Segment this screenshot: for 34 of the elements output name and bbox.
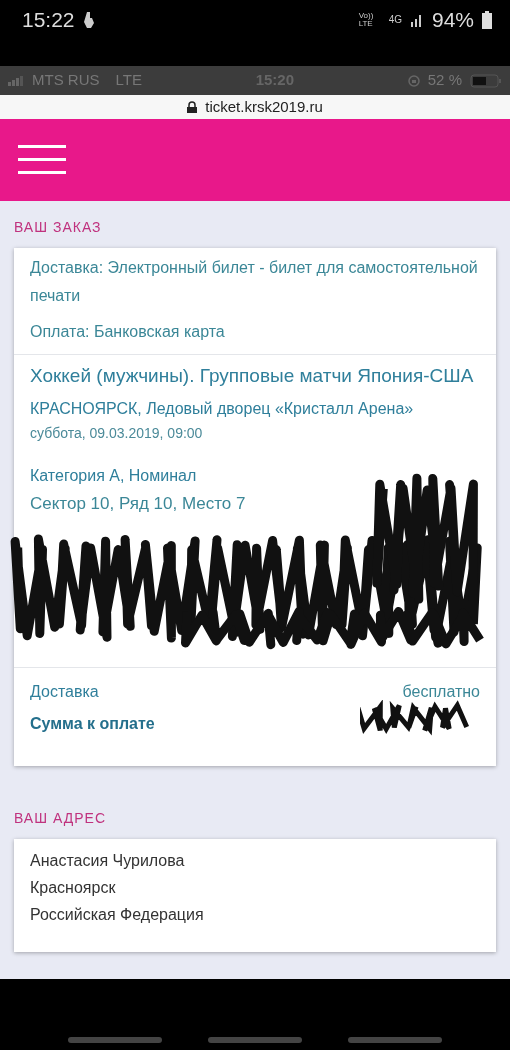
- address-line: Красноярск: [30, 878, 117, 898]
- battery-percentage: 52 %: [427, 70, 462, 91]
- clock-time: 15:22: [22, 7, 75, 33]
- nav-bar-handle[interactable]: [68, 1037, 162, 1043]
- seat-text: Сектор 10, Ряд 10, Место 7: [30, 493, 247, 515]
- volte-label: Vo)) LTE: [358, 11, 375, 28]
- event-datetime: суббота, 09.03.2019, 09:00: [30, 424, 204, 443]
- total-label: Сумма к оплате: [30, 714, 155, 734]
- battery-icon: [470, 73, 502, 88]
- event-title: Хоккей (мужчины). Групповые матчи Япония-США: [30, 364, 475, 388]
- info-line: Доставка: Электронный билет - билет для самостоятельной печати: [30, 258, 479, 306]
- signal-icon: [409, 12, 424, 27]
- address-line: Анастасия Чурилова: [30, 851, 186, 871]
- section-heading: ВАШ ЗАКАЗ: [14, 218, 103, 237]
- network-label: 4G: [388, 13, 402, 28]
- notification-icon: [82, 10, 95, 29]
- menu-icon[interactable]: [18, 145, 66, 175]
- venue-text: КРАСНОЯРСК, Ледовый дворец «Кристалл Арена»: [30, 399, 415, 419]
- url-text: ticket.krsk2019.ru: [205, 96, 323, 117]
- network-label: LTE: [115, 70, 142, 91]
- battery-icon: [482, 10, 492, 29]
- signal-icon: [8, 75, 24, 86]
- summary-value: бесплатно: [402, 682, 480, 702]
- nav-bar-handle[interactable]: [208, 1037, 302, 1043]
- section-heading: ВАШ АДРЕС: [14, 809, 107, 828]
- rotation-lock-icon: [407, 74, 420, 87]
- carrier-name: MTS RUS: [32, 70, 100, 91]
- nav-bar-handle[interactable]: [348, 1037, 442, 1043]
- summary-label: Доставка: [30, 682, 99, 702]
- address-line: Российская Федерация: [30, 905, 205, 925]
- info-line: Оплата: Банковская карта: [30, 322, 226, 342]
- battery-percentage: 94%: [431, 7, 474, 33]
- lock-icon: [187, 101, 198, 113]
- ticket-category: Категория А, Номинал: [30, 466, 198, 486]
